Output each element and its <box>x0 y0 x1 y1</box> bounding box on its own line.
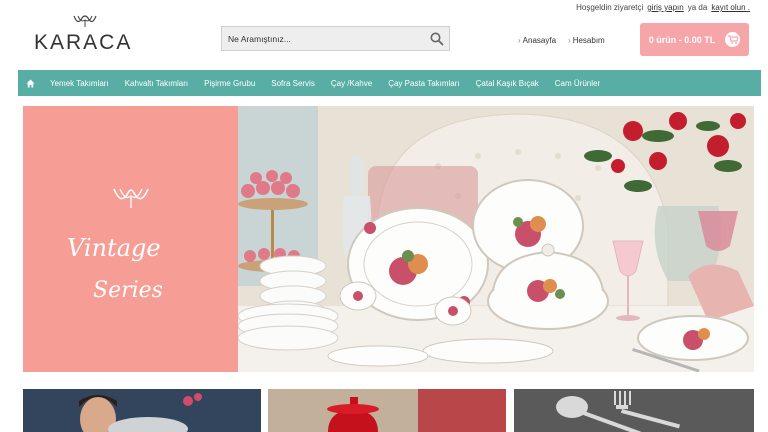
nav-item-yemek-takimlari[interactable]: Yemek Takımları <box>42 79 117 88</box>
nav-item-cay-pasta-takimlari[interactable]: Çay Pasta Takımları <box>380 79 467 88</box>
or-text: ya da <box>687 3 708 12</box>
vintage-series-panel: Vintage Series <box>23 106 238 372</box>
chef-photo <box>23 389 261 432</box>
nav-item-cay-kahve[interactable]: Çay /Kahve <box>323 79 380 88</box>
cart-summary: 0 ürün - 0.00 TL <box>648 34 716 45</box>
nav-item-catal-kasik-bicak[interactable]: Çatal Kaşık Bıçak <box>468 79 547 88</box>
hero-product-photo <box>238 106 754 372</box>
vintage-tableware-illustration <box>238 106 754 372</box>
top-utility-bar: Hoşgeldin ziyaretçi giriş yapın ya da ka… <box>576 3 750 12</box>
nav-item-pisirme-grubu[interactable]: Pişirme Grubu <box>196 79 263 88</box>
category-tile-cutlery[interactable] <box>514 389 754 432</box>
chevron-right-icon: › <box>568 36 571 45</box>
nav-home-button[interactable] <box>18 70 42 96</box>
search-button[interactable] <box>425 27 449 51</box>
nav-item-sofra-servis[interactable]: Sofra Servis <box>263 79 323 88</box>
karaca-logo[interactable]: KARACA <box>34 14 134 56</box>
karaca-home-page: Hoşgeldin ziyaretçi giriş yapın ya da ka… <box>0 0 768 432</box>
cutlery-photo <box>514 389 754 432</box>
greeting-text: Hoşgeldin ziyaretçi <box>576 3 644 12</box>
nav-item-cam-urunler[interactable]: Cam Ürünler <box>547 79 608 88</box>
category-tile-cookware[interactable] <box>268 389 506 432</box>
search-input[interactable] <box>222 27 425 50</box>
home-icon <box>25 78 35 88</box>
login-link[interactable]: giriş yapın <box>647 3 683 12</box>
category-tile-chef[interactable] <box>23 389 261 432</box>
account-link[interactable]: › Hesabım <box>568 36 605 45</box>
main-navigation: Yemek Takımları Kahvaltı Takımları Pişir… <box>18 70 761 96</box>
hero-banner[interactable]: Vintage Series <box>23 106 754 372</box>
cart-icon <box>725 32 741 47</box>
account-link-label: Hesabım <box>572 36 605 45</box>
chevron-right-icon: › <box>518 36 521 45</box>
home-link-label: Anasayfa <box>522 36 557 45</box>
cookware-photo <box>268 389 506 432</box>
search-icon <box>430 32 444 46</box>
vintage-emblem-icon <box>113 188 149 208</box>
search-bar <box>221 26 450 51</box>
logo-emblem-icon <box>73 15 97 27</box>
cart-button[interactable]: 0 ürün - 0.00 TL <box>640 23 749 56</box>
header-links: › Anasayfa › Hesabım <box>518 36 605 45</box>
logo-wordmark: KARACA <box>34 31 133 54</box>
hero-script-line-2: Series <box>93 278 163 303</box>
home-link[interactable]: › Anasayfa <box>518 36 556 45</box>
register-link[interactable]: kayıt olun . <box>711 3 750 12</box>
hero-script-line-1: Vintage <box>67 234 161 262</box>
nav-item-kahvalti-takimlari[interactable]: Kahvaltı Takımları <box>117 79 196 88</box>
